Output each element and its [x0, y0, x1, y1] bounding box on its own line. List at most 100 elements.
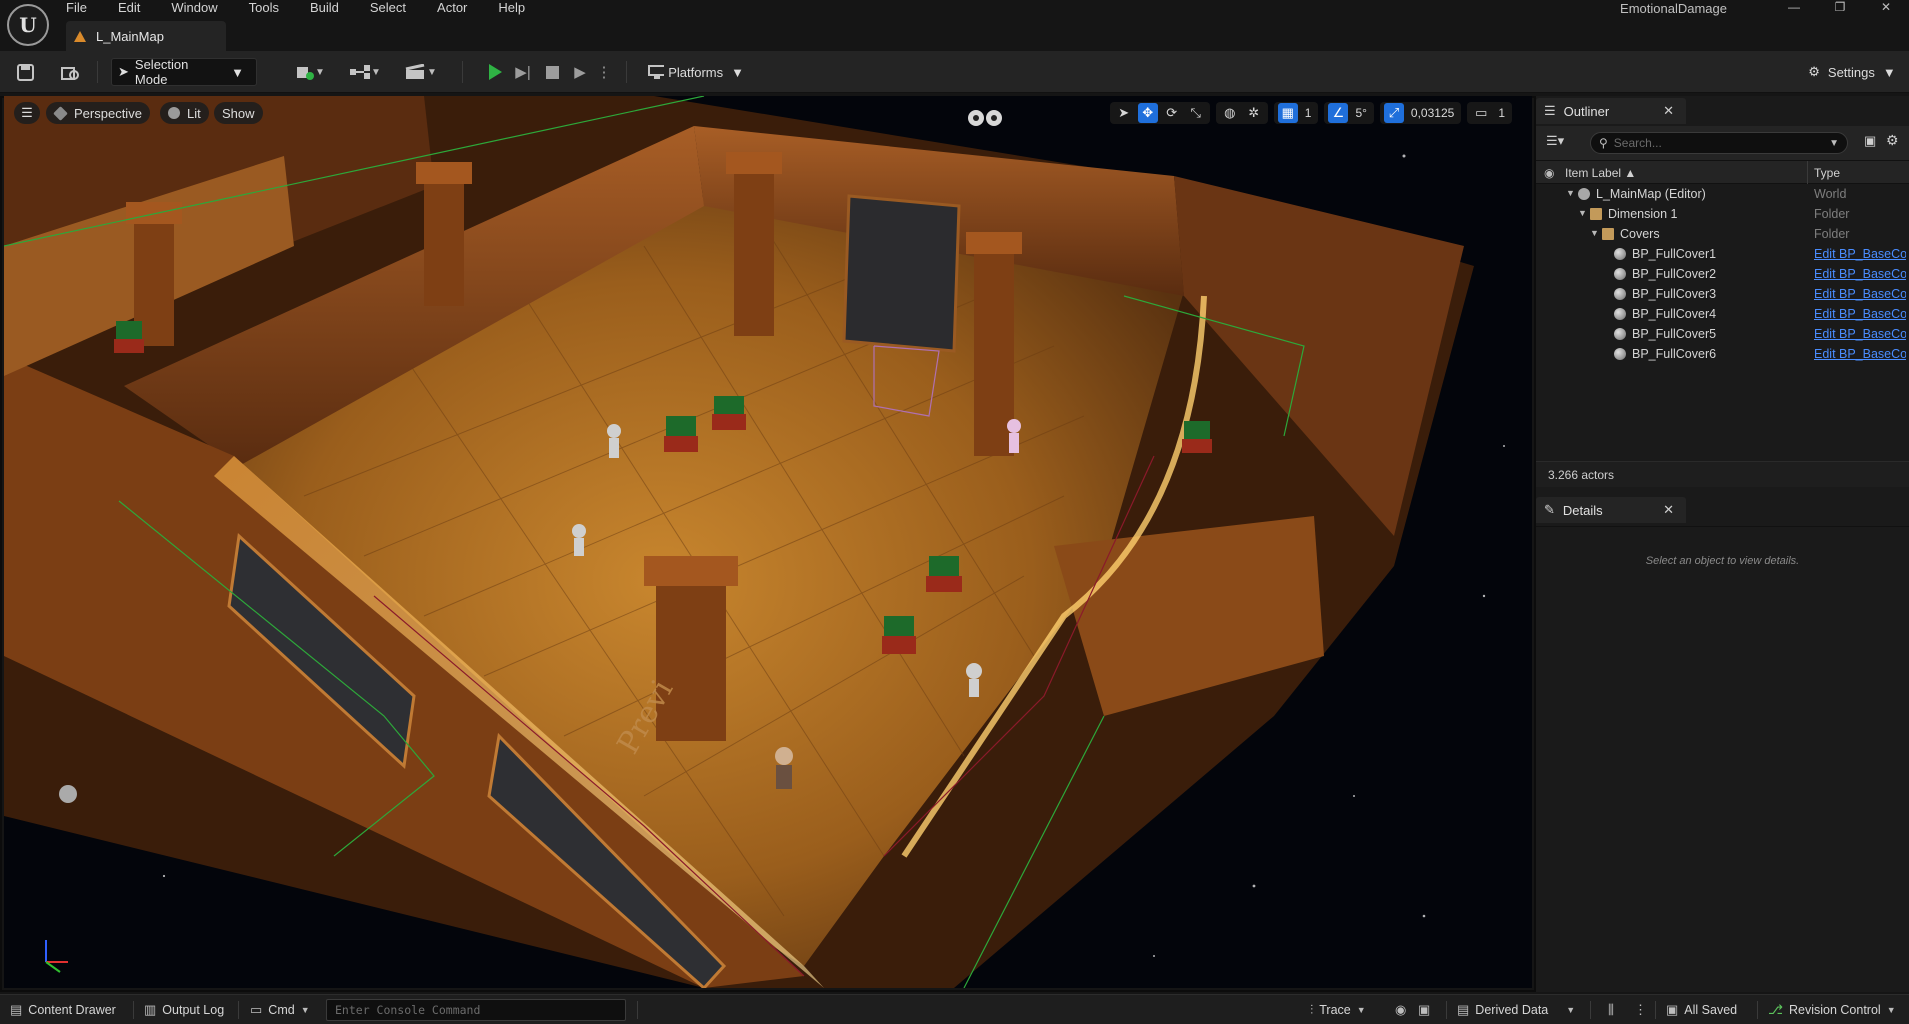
outliner-search-field[interactable]: ⚲ Search... ▼	[1590, 132, 1848, 154]
close-icon[interactable]: ✕	[1663, 502, 1674, 518]
add-actor-button[interactable]: ▼	[290, 58, 330, 86]
sphere-actor-icon[interactable]	[59, 785, 77, 803]
trace-dropdown[interactable]: ⫶ Trace ▼	[1310, 995, 1366, 1024]
platforms-dropdown[interactable]: Platforms ▼	[648, 58, 748, 86]
menu-build[interactable]: Build	[310, 0, 339, 16]
world-space-icon[interactable]: ◍	[1220, 103, 1240, 123]
outliner-row[interactable]: ▼ Covers Folder	[1536, 224, 1909, 244]
type-column[interactable]: Type	[1814, 166, 1840, 180]
expand-arrow-icon[interactable]: ▼	[1578, 208, 1587, 218]
select-tool-icon[interactable]: ➤	[1114, 103, 1134, 123]
edit-blueprint-link[interactable]: Edit BP_BaseCover	[1814, 247, 1906, 261]
unreal-logo-icon[interactable]: U	[7, 4, 49, 46]
rotation-snap-value[interactable]: 5°	[1352, 106, 1369, 120]
rotate-tool-icon[interactable]: ⟳	[1162, 103, 1182, 123]
scale-snap-value[interactable]: 0,03125	[1408, 106, 1457, 120]
console-command-input[interactable]	[326, 999, 626, 1021]
viewport-scene[interactable]: Previ	[4, 96, 1532, 988]
settings-dropdown[interactable]: ⚙ Settings ▼	[1806, 58, 1898, 86]
scale-snap-group[interactable]: ⤢ 0,03125	[1379, 102, 1462, 124]
outliner-tab[interactable]: ☰ Outliner ✕	[1536, 98, 1686, 124]
outliner-row[interactable]: BP_FullCover4 Edit BP_BaseCover	[1536, 304, 1909, 324]
grid-snap-group[interactable]: ▦ 1	[1273, 102, 1319, 124]
play-options-button[interactable]: ⋮	[597, 58, 612, 86]
all-saved-label: All Saved	[1684, 1003, 1738, 1017]
video-camera-icon[interactable]: ▭	[1471, 103, 1491, 123]
grid-snap-value[interactable]: 1	[1302, 106, 1315, 120]
cinematics-button[interactable]: ▼	[400, 58, 442, 86]
show-button[interactable]: Show	[214, 102, 263, 124]
add-folder-icon[interactable]: ▣	[1864, 133, 1876, 149]
rotation-snap-icon[interactable]: ∠	[1328, 103, 1349, 123]
edit-blueprint-link[interactable]: Edit BP_BaseCover	[1814, 267, 1906, 281]
gear-icon[interactable]: ⚙	[1886, 132, 1899, 149]
outliner-row[interactable]: BP_FullCover1 Edit BP_BaseCover	[1536, 244, 1909, 264]
close-window-icon[interactable]: ✕	[1863, 0, 1909, 16]
cmd-dropdown[interactable]: ▭ Cmd ▼	[250, 995, 310, 1024]
edit-blueprint-link[interactable]: Edit BP_BaseCover	[1814, 287, 1906, 301]
details-empty-message: Select an object to view details.	[1645, 555, 1800, 567]
output-log-button[interactable]: ▥ Output Log	[144, 995, 224, 1024]
menu-window[interactable]: Window	[171, 0, 217, 16]
outliner-row[interactable]: ▼ L_MainMap (Editor) World	[1536, 184, 1909, 204]
outliner-item-label: BP_FullCover3	[1632, 287, 1717, 301]
outliner-tree[interactable]: ▼ L_MainMap (Editor) World ▼ Dimension 1 Fold…	[1536, 184, 1909, 361]
chevron-down-icon[interactable]: ▼	[1829, 138, 1839, 149]
level-tab[interactable]: L_MainMap	[66, 21, 226, 51]
filter-icon[interactable]: ☰▾	[1546, 133, 1564, 149]
console-input[interactable]	[327, 1000, 625, 1020]
selection-mode-dropdown[interactable]: ➤ Selection Mode ▼	[111, 57, 257, 87]
camera-speed-group[interactable]: ▭ 1	[1467, 102, 1512, 124]
edit-blueprint-link[interactable]: Edit BP_BaseCover	[1814, 347, 1906, 361]
blueprints-button[interactable]: ▼	[344, 58, 386, 86]
revision-control-dropdown[interactable]: ⎇ Revision Control ▼	[1768, 995, 1896, 1024]
level-viewport[interactable]: Previ ☰ Perspective Lit Show ➤ ✥ ⟳ ⤡ ◍ ✲	[4, 96, 1532, 988]
details-tab[interactable]: ✎ Details ✕	[1536, 497, 1686, 523]
column-divider[interactable]	[1807, 161, 1808, 185]
outliner-title: Outliner	[1563, 103, 1610, 119]
surface-snap-icon[interactable]: ✲	[1244, 103, 1264, 123]
content-drawer-button[interactable]: ▤ Content Drawer	[10, 995, 116, 1024]
outliner-row[interactable]: BP_FullCover2 Edit BP_BaseCover	[1536, 264, 1909, 284]
derived-data-dropdown[interactable]: ▤ Derived Data ▼	[1457, 995, 1575, 1024]
outliner-row[interactable]: BP_FullCover5 Edit BP_BaseCover	[1536, 324, 1909, 344]
menu-actor[interactable]: Actor	[437, 0, 467, 16]
expand-arrow-icon[interactable]: ▼	[1566, 188, 1575, 198]
menu-file[interactable]: File	[66, 0, 87, 16]
close-icon[interactable]: ✕	[1663, 103, 1674, 119]
edit-blueprint-link[interactable]: Edit BP_BaseCover	[1814, 307, 1906, 321]
grid-snap-icon[interactable]: ▦	[1277, 103, 1298, 123]
scale-snap-icon[interactable]: ⤢	[1383, 103, 1404, 123]
scale-tool-icon[interactable]: ⤡	[1186, 103, 1206, 123]
visibility-eye-icon[interactable]: ◉	[1544, 166, 1554, 180]
maximize-icon[interactable]: ❐	[1817, 0, 1863, 16]
rotation-snap-group[interactable]: ∠ 5°	[1324, 102, 1374, 124]
stop-button[interactable]	[541, 58, 563, 86]
record-button[interactable]: ◉	[1395, 995, 1412, 1024]
item-label-column[interactable]: Item Label ▲	[1565, 166, 1636, 180]
expand-arrow-icon[interactable]: ▼	[1590, 228, 1599, 238]
viewport-menu-button[interactable]: ☰	[14, 102, 40, 124]
edit-blueprint-link[interactable]: Edit BP_BaseCover	[1814, 327, 1906, 341]
save-button[interactable]	[14, 58, 36, 86]
minimize-icon[interactable]: —	[1771, 0, 1817, 16]
camera-speed-value[interactable]: 1	[1495, 106, 1508, 120]
outliner-row[interactable]: BP_FullCover3 Edit BP_BaseCover	[1536, 284, 1909, 304]
menu-tools[interactable]: Tools	[249, 0, 279, 16]
menu-select[interactable]: Select	[370, 0, 406, 16]
more-options-button[interactable]: ⋮	[1634, 995, 1653, 1024]
browse-content-button[interactable]	[59, 58, 81, 86]
eject-button[interactable]: ▶	[569, 58, 591, 86]
translate-tool-icon[interactable]: ✥	[1137, 103, 1158, 123]
task-button[interactable]: ⫼	[1608, 995, 1620, 1024]
menu-edit[interactable]: Edit	[118, 0, 140, 16]
menu-help[interactable]: Help	[498, 0, 525, 16]
lit-mode-button[interactable]: Lit	[160, 102, 209, 124]
screenshot-button[interactable]: ▣	[1418, 995, 1436, 1024]
advance-frame-button[interactable]: ▶|	[512, 58, 534, 86]
outliner-row[interactable]: BP_FullCover6 Edit BP_BaseCover	[1536, 344, 1909, 361]
all-saved-button[interactable]: ▣ All Saved	[1666, 995, 1737, 1024]
perspective-button[interactable]: Perspective	[46, 102, 150, 124]
outliner-row[interactable]: ▼ Dimension 1 Folder	[1536, 204, 1909, 224]
play-button[interactable]	[484, 58, 506, 86]
